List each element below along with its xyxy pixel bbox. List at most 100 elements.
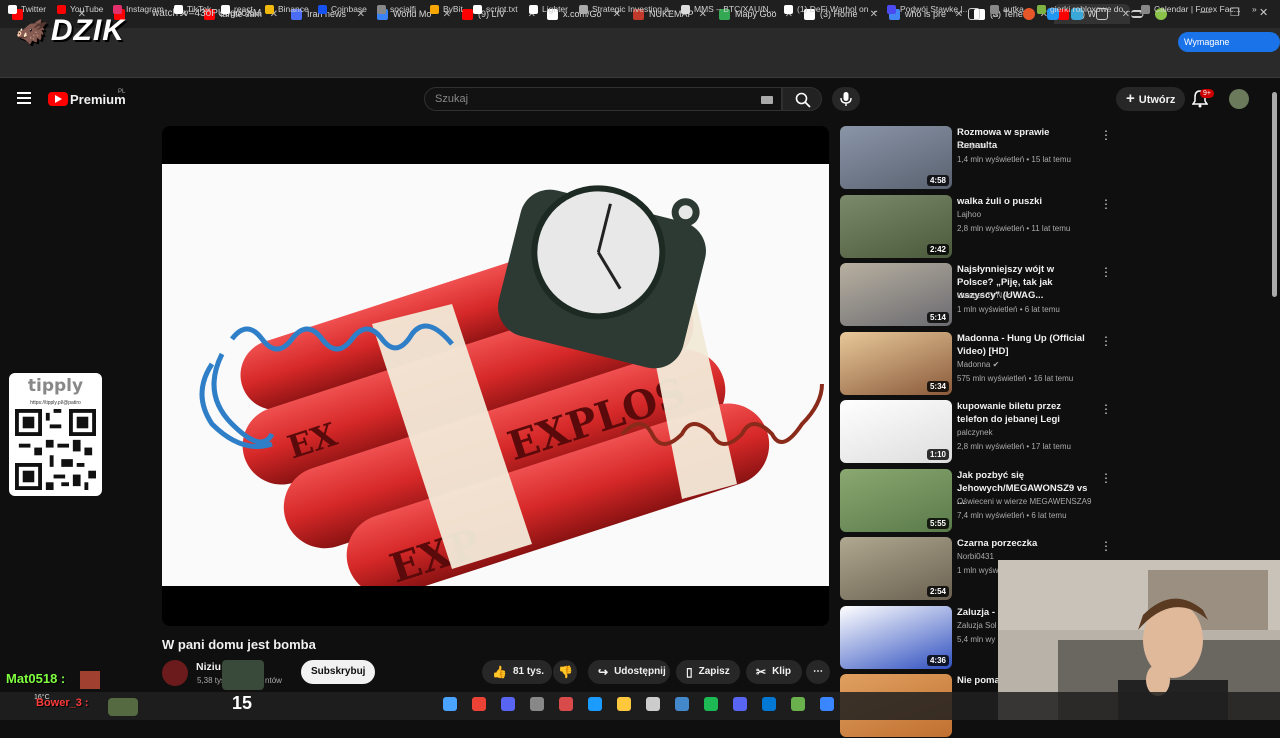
video-title[interactable]: Czarna porzeczka [957, 537, 1091, 550]
bookmark-label: ByBit [443, 4, 463, 14]
extension-icon[interactable] [1023, 8, 1035, 20]
bookmark-item[interactable]: Podwój Stawkę |... [887, 4, 970, 14]
dislike-button[interactable]: 👎 [553, 660, 577, 684]
notepad-icon[interactable] [820, 697, 834, 711]
more-options-icon[interactable]: ⋮ [1100, 402, 1112, 416]
account-avatar[interactable] [1229, 89, 1249, 109]
search-button[interactable] [782, 87, 822, 111]
video-title[interactable]: walka żuli o puszki [957, 195, 1091, 208]
save-icon: ▯ [686, 665, 693, 679]
menu-icon[interactable] [17, 92, 31, 104]
create-button[interactable]: + Utwórz [1116, 87, 1186, 111]
ccleaner-icon[interactable] [646, 697, 660, 711]
recommended-video[interactable]: 5:14 Najsłynniejszy wójt w Polsce? „Piję,… [840, 263, 1112, 327]
steam-icon[interactable] [588, 697, 602, 711]
more-bookmarks-icon[interactable]: » [1252, 4, 1257, 14]
bookmark-item[interactable]: Instagram [113, 4, 164, 14]
bookmark-item[interactable]: Twitter [8, 4, 46, 14]
video-meta: 1 mln wyśw [957, 566, 999, 575]
more-options-icon[interactable]: ⋮ [1100, 334, 1112, 348]
channel-name[interactable]: Madonna ✔ [957, 360, 999, 369]
search-input[interactable]: Szukaj [424, 87, 782, 111]
share-button[interactable]: ↪ Udostępnij [588, 660, 670, 684]
bookmark-item[interactable]: MMS – BTC/XAU/N... [681, 4, 776, 14]
channel-name[interactable]: Czajannn [957, 141, 991, 150]
folder-icon[interactable] [617, 697, 631, 711]
like-button[interactable]: 👍 81 tys. [482, 660, 552, 684]
video-thumbnail[interactable]: 5:55 [840, 468, 952, 532]
video-title[interactable]: Madonna - Hung Up (Official Video) [HD] [957, 332, 1091, 358]
channel-name[interactable]: Oświeceni w wierze MEGAWENSZA9 [957, 497, 1091, 506]
app-icon[interactable] [762, 697, 776, 711]
close-window-icon[interactable]: ✕ [1259, 6, 1268, 19]
recommended-video[interactable]: 1:10 kupowanie biletu przez telefon do je… [840, 400, 1112, 464]
channel-name[interactable]: Lajhoo [957, 210, 981, 219]
more-options-icon[interactable]: ⋮ [1100, 197, 1112, 211]
bookmark-item[interactable]: Strategic Investing a... [579, 4, 676, 14]
channel-name[interactable]: Niziu [196, 661, 221, 673]
bookmark-item[interactable]: Coinbase [318, 4, 367, 14]
more-options-icon[interactable]: ⋮ [1100, 265, 1112, 279]
bookmark-item[interactable]: react [221, 4, 253, 14]
channel-name[interactable]: Zaluzja Sol [957, 621, 997, 630]
bookmark-item[interactable]: TikTok [174, 4, 211, 14]
bookmark-item[interactable]: Calendar | Forex Fac... [1141, 4, 1241, 14]
bookmark-icon [990, 4, 999, 14]
install-icon[interactable] [968, 8, 980, 20]
save-button[interactable]: ▯ Zapisz [676, 660, 740, 684]
bookmark-item[interactable]: Lighter [529, 4, 568, 14]
more-actions-button[interactable]: ⋯ [806, 660, 830, 684]
recommended-video[interactable]: 5:34 Madonna - Hung Up (Official Video) [… [840, 331, 1112, 396]
bookmark-item[interactable]: (1) DeFi Warhol on ... [784, 4, 878, 14]
video-player[interactable]: EXPLOS EX EXP [162, 126, 829, 626]
video-meta: 2,8 mln wyświetleń • 17 lat temu [957, 442, 1071, 451]
subscribe-button[interactable]: Subskrybuj [301, 660, 376, 684]
discord-icon[interactable] [501, 697, 515, 711]
required-action-button[interactable]: Wymagane działanie ⋮ [1178, 32, 1280, 67]
video-thumbnail[interactable]: 2:42 [840, 194, 952, 258]
app-icon[interactable] [675, 697, 689, 711]
video-thumbnail[interactable]: 4:58 [840, 126, 952, 189]
video-title[interactable]: kupowanie biletu przez telefon do jebane… [957, 400, 1091, 426]
more-options-icon[interactable]: ⋮ [1100, 128, 1112, 142]
bookmark-item[interactable]: gierki robloxowe do... [1037, 4, 1130, 14]
start-icon[interactable] [443, 697, 457, 711]
app-icon[interactable] [559, 697, 573, 711]
spotify-icon[interactable] [704, 697, 718, 711]
channel-name[interactable]: palczynek [957, 428, 993, 437]
video-thumbnail[interactable]: 2:54 [840, 537, 952, 600]
bookmark-label: Instagram [126, 4, 164, 14]
voice-search-button[interactable] [832, 87, 860, 111]
keyboard-icon[interactable] [761, 96, 773, 104]
more-options-icon[interactable]: ⋮ [1100, 539, 1112, 553]
channel-name[interactable]: Uwaga! TVN ✔ [957, 291, 1011, 300]
chrome-icon[interactable] [472, 697, 486, 711]
video-thumbnail[interactable]: 5:34 [840, 331, 952, 395]
recommended-video[interactable]: 5:55 Jak pozbyć się Jehowych/MEGAWONSZ9 v… [840, 468, 1112, 533]
bookmark-item[interactable]: socialfi [377, 4, 416, 14]
recommended-video[interactable]: 4:58 Rozmowa w sprawie Renaulta Czajannn 1,… [840, 126, 1112, 190]
bookmark-item[interactable]: script.txt [473, 4, 518, 14]
more-options-icon[interactable]: ⋮ [1100, 471, 1112, 485]
clip-button[interactable]: ✂ Klip [746, 660, 802, 684]
video-thumbnail[interactable]: 1:10 [840, 400, 952, 463]
youtube-logo-icon[interactable] [48, 92, 68, 106]
video-thumbnail[interactable]: 5:14 [840, 263, 952, 326]
bookmark-label: autka [1003, 4, 1024, 14]
video-thumbnail[interactable]: 4:36 [840, 605, 952, 669]
bookmark-item[interactable]: YouTube [57, 4, 103, 14]
stream-logo: 🐗 DZIK [14, 14, 125, 47]
scrollbar[interactable] [1272, 92, 1277, 297]
bookmark-item[interactable]: ByBit [430, 4, 463, 14]
video-meta: 1,4 mln wyświetleń • 15 lat temu [957, 155, 1071, 164]
channel-avatar[interactable] [162, 660, 188, 686]
channel-name[interactable]: Norbi0431 [957, 552, 994, 561]
bookmark-item[interactable]: Binance [265, 4, 309, 14]
bookmark-item[interactable]: autka [990, 4, 1024, 14]
app-icon[interactable] [791, 697, 805, 711]
discord-icon[interactable] [733, 697, 747, 711]
app-icon[interactable] [530, 697, 544, 711]
bookmark-label: MMS – BTC/XAU/N... [694, 4, 776, 14]
bookmark-icon [430, 4, 439, 14]
recommended-video[interactable]: 2:42 walka żuli o puszki Lajhoo 2,8 mln wyś… [840, 194, 1112, 259]
